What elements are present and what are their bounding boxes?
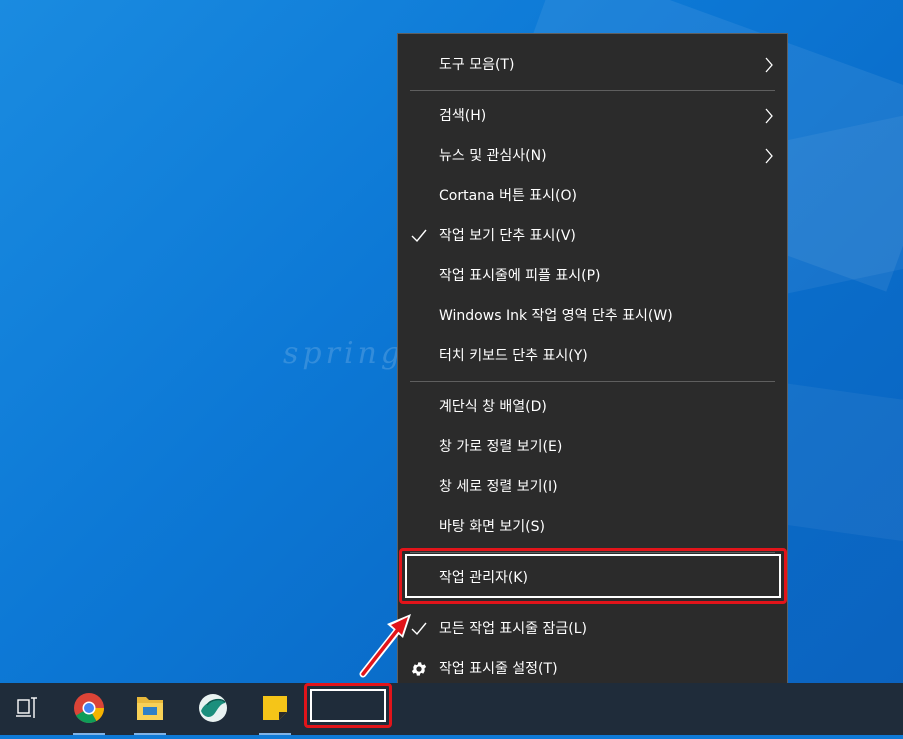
menu-item-cortana[interactable]: Cortana 버튼 표시(O) [398, 176, 787, 216]
chrome-icon [74, 693, 104, 724]
highlight-inner-border [405, 554, 781, 598]
checkmark-icon [411, 229, 427, 243]
chevron-right-icon [765, 148, 773, 164]
menu-item-label: 바탕 화면 보기(S) [439, 519, 545, 535]
task-view-icon [16, 697, 37, 718]
highlight-inner-border [310, 689, 386, 722]
menu-item-label: Windows Ink 작업 영역 단추 표시(W) [439, 308, 673, 324]
chrome-button[interactable] [65, 683, 113, 735]
menu-item-label: 뉴스 및 관심사(N) [439, 148, 547, 164]
menu-item-label: 창 세로 정렬 보기(I) [439, 479, 558, 495]
taskbar [0, 683, 903, 735]
sticky-notes-icon [263, 696, 287, 720]
menu-item-task-view[interactable]: 작업 보기 단추 표시(V) [398, 216, 787, 256]
menu-item-label: 검색(H) [439, 108, 487, 124]
menu-item-search[interactable]: 검색(H) [398, 96, 787, 136]
menu-item-show-desktop[interactable]: 바탕 화면 보기(S) [398, 507, 787, 547]
menu-item-lock-taskbar[interactable]: 모든 작업 표시줄 잠금(L) [398, 609, 787, 649]
file-explorer-icon [137, 697, 163, 720]
menu-item-label: 계단식 창 배열(D) [439, 399, 547, 415]
menu-item-touch-keyboard[interactable]: 터치 키보드 단추 표시(Y) [398, 336, 787, 376]
menu-item-side-by-side[interactable]: 창 세로 정렬 보기(I) [398, 467, 787, 507]
whale-browser-button[interactable] [189, 683, 237, 735]
whale-browser-icon [199, 694, 227, 722]
file-explorer-button[interactable] [126, 683, 174, 735]
menu-item-cascade[interactable]: 계단식 창 배열(D) [398, 387, 787, 427]
menu-item-windows-ink[interactable]: Windows Ink 작업 영역 단추 표시(W) [398, 296, 787, 336]
menu-item-label: 창 가로 정렬 보기(E) [439, 439, 563, 455]
menu-item-people[interactable]: 작업 표시줄에 피플 표시(P) [398, 256, 787, 296]
menu-separator [410, 90, 775, 91]
menu-item-toolbars[interactable]: 도구 모음(T) [398, 45, 787, 85]
chevron-right-icon [765, 57, 773, 73]
menu-item-label: 도구 모음(T) [439, 57, 515, 73]
chevron-right-icon [765, 108, 773, 124]
menu-item-label: 모든 작업 표시줄 잠금(L) [439, 621, 587, 637]
menu-item-label: Cortana 버튼 표시(O) [439, 188, 577, 204]
menu-item-label: 작업 보기 단추 표시(V) [439, 228, 576, 244]
sticky-notes-button[interactable] [251, 683, 299, 735]
menu-separator [410, 381, 775, 382]
highlight-box-task-manager [399, 548, 787, 604]
menu-item-news-interests[interactable]: 뉴스 및 관심사(N) [398, 136, 787, 176]
highlight-box-taskbar-area [304, 683, 392, 728]
annotation-arrow [359, 614, 411, 678]
menu-item-label: 터치 키보드 단추 표시(Y) [439, 348, 588, 364]
menu-item-stacked[interactable]: 창 가로 정렬 보기(E) [398, 427, 787, 467]
task-view-button[interactable] [3, 683, 51, 735]
menu-item-label: 작업 표시줄에 피플 표시(P) [439, 268, 601, 284]
